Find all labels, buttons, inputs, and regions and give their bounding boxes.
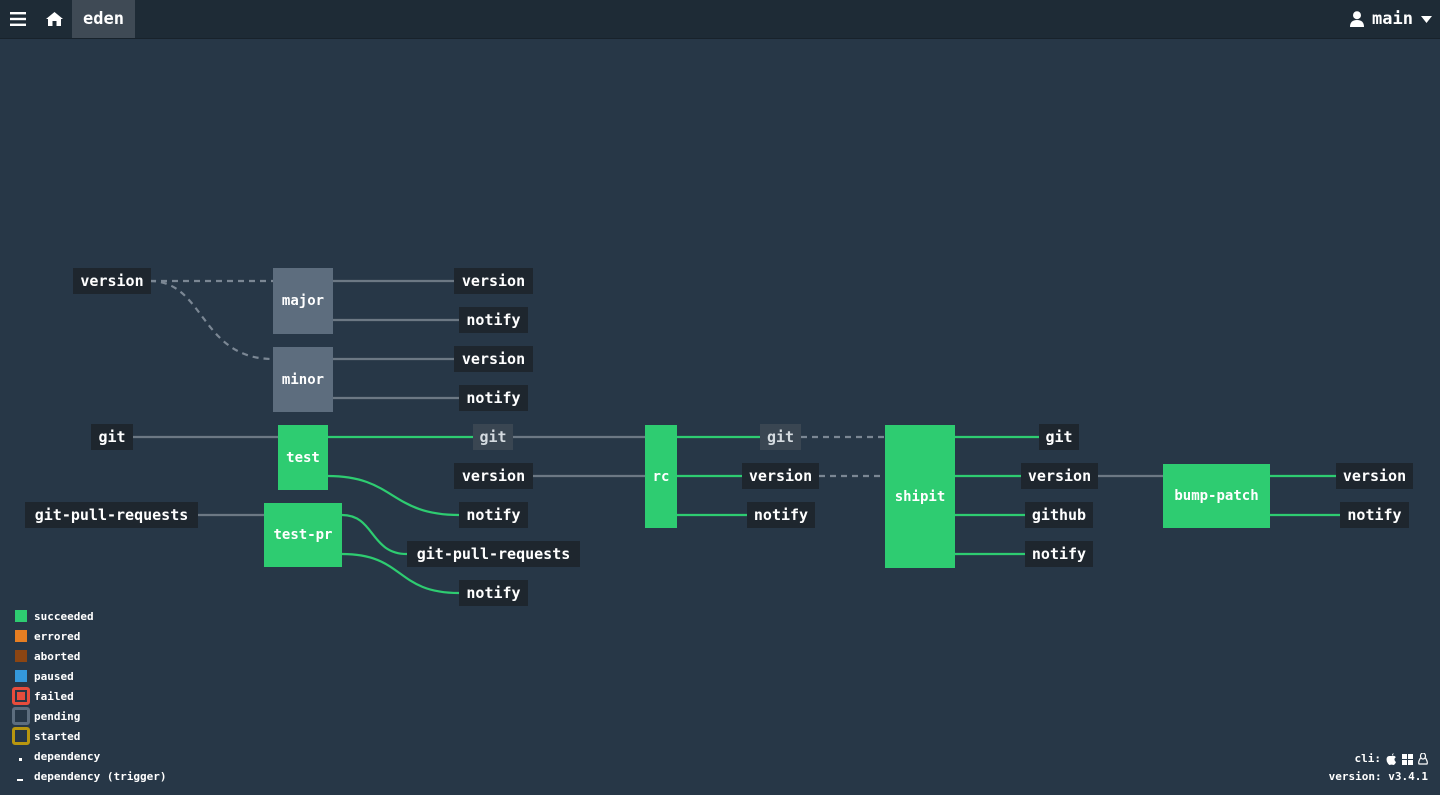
- test-output-notify[interactable]: notify: [459, 502, 528, 528]
- resource-version-input[interactable]: version: [73, 268, 151, 294]
- paused-swatch: [15, 670, 27, 682]
- rc-output-version[interactable]: version: [742, 463, 819, 489]
- legend-dependency-trigger: dependency (trigger): [10, 766, 166, 786]
- minor-output-version[interactable]: version: [454, 346, 533, 372]
- bump-patch-output-version[interactable]: version: [1336, 463, 1413, 489]
- legend-pending: pending: [10, 706, 166, 726]
- pipeline-graph: [133, 279, 1340, 595]
- job-test[interactable]: test: [278, 425, 328, 490]
- test-output-git[interactable]: git: [473, 424, 513, 450]
- version-label: version:: [1328, 770, 1382, 783]
- shipit-output-version[interactable]: version: [1021, 463, 1098, 489]
- job-major[interactable]: major: [273, 268, 333, 334]
- edge-version-minor: [149, 279, 274, 361]
- cli-label: cli:: [1354, 752, 1382, 765]
- pending-swatch: [12, 707, 30, 725]
- rc-output-notify[interactable]: notify: [747, 502, 815, 528]
- apple-icon[interactable]: [1386, 753, 1397, 765]
- rc-output-git[interactable]: git: [760, 424, 801, 450]
- job-test-pr[interactable]: test-pr: [264, 503, 342, 567]
- legend-paused: paused: [10, 666, 166, 686]
- shipit-output-notify[interactable]: notify: [1025, 541, 1093, 567]
- legend-aborted: aborted: [10, 646, 166, 666]
- dependency-dot-icon: [19, 757, 22, 761]
- bump-patch-output-notify[interactable]: notify: [1340, 502, 1409, 528]
- linux-icon[interactable]: [1418, 753, 1428, 765]
- dependency-trigger-dash-icon: [17, 779, 23, 781]
- started-swatch: [12, 727, 30, 745]
- minor-output-notify[interactable]: notify: [459, 385, 528, 411]
- resource-git-pull-requests-input[interactable]: git-pull-requests: [25, 502, 198, 528]
- test-output-version[interactable]: version: [454, 463, 533, 489]
- job-rc[interactable]: rc: [645, 425, 677, 528]
- test-pr-output-git-pull-requests[interactable]: git-pull-requests: [407, 541, 580, 567]
- shipit-output-github[interactable]: github: [1025, 502, 1093, 528]
- legend-started: started: [10, 726, 166, 746]
- job-bump-patch[interactable]: bump-patch: [1163, 464, 1270, 528]
- major-output-version[interactable]: version: [454, 268, 533, 294]
- legend-dependency: dependency: [10, 746, 166, 766]
- legend-succeeded: succeeded: [10, 606, 166, 626]
- legend-failed: failed: [10, 686, 166, 706]
- job-shipit[interactable]: shipit: [885, 425, 955, 568]
- shipit-output-git[interactable]: git: [1039, 424, 1079, 450]
- job-minor[interactable]: minor: [273, 347, 333, 412]
- legend-errored: errored: [10, 626, 166, 646]
- version-value: v3.4.1: [1388, 770, 1428, 783]
- test-pr-output-notify[interactable]: notify: [459, 580, 528, 606]
- edge-test-notify: [327, 474, 460, 517]
- cli-info: cli: version: v3.4.1: [1329, 750, 1428, 786]
- resource-git-input[interactable]: git: [91, 424, 133, 450]
- major-output-notify[interactable]: notify: [459, 307, 528, 333]
- succeeded-swatch: [15, 610, 27, 622]
- aborted-swatch: [15, 650, 27, 662]
- edge-testpr-gpr: [341, 513, 408, 556]
- failed-swatch: [12, 687, 30, 705]
- errored-swatch: [15, 630, 27, 642]
- windows-icon[interactable]: [1402, 753, 1413, 765]
- legend: succeeded errored aborted paused failed …: [10, 606, 166, 786]
